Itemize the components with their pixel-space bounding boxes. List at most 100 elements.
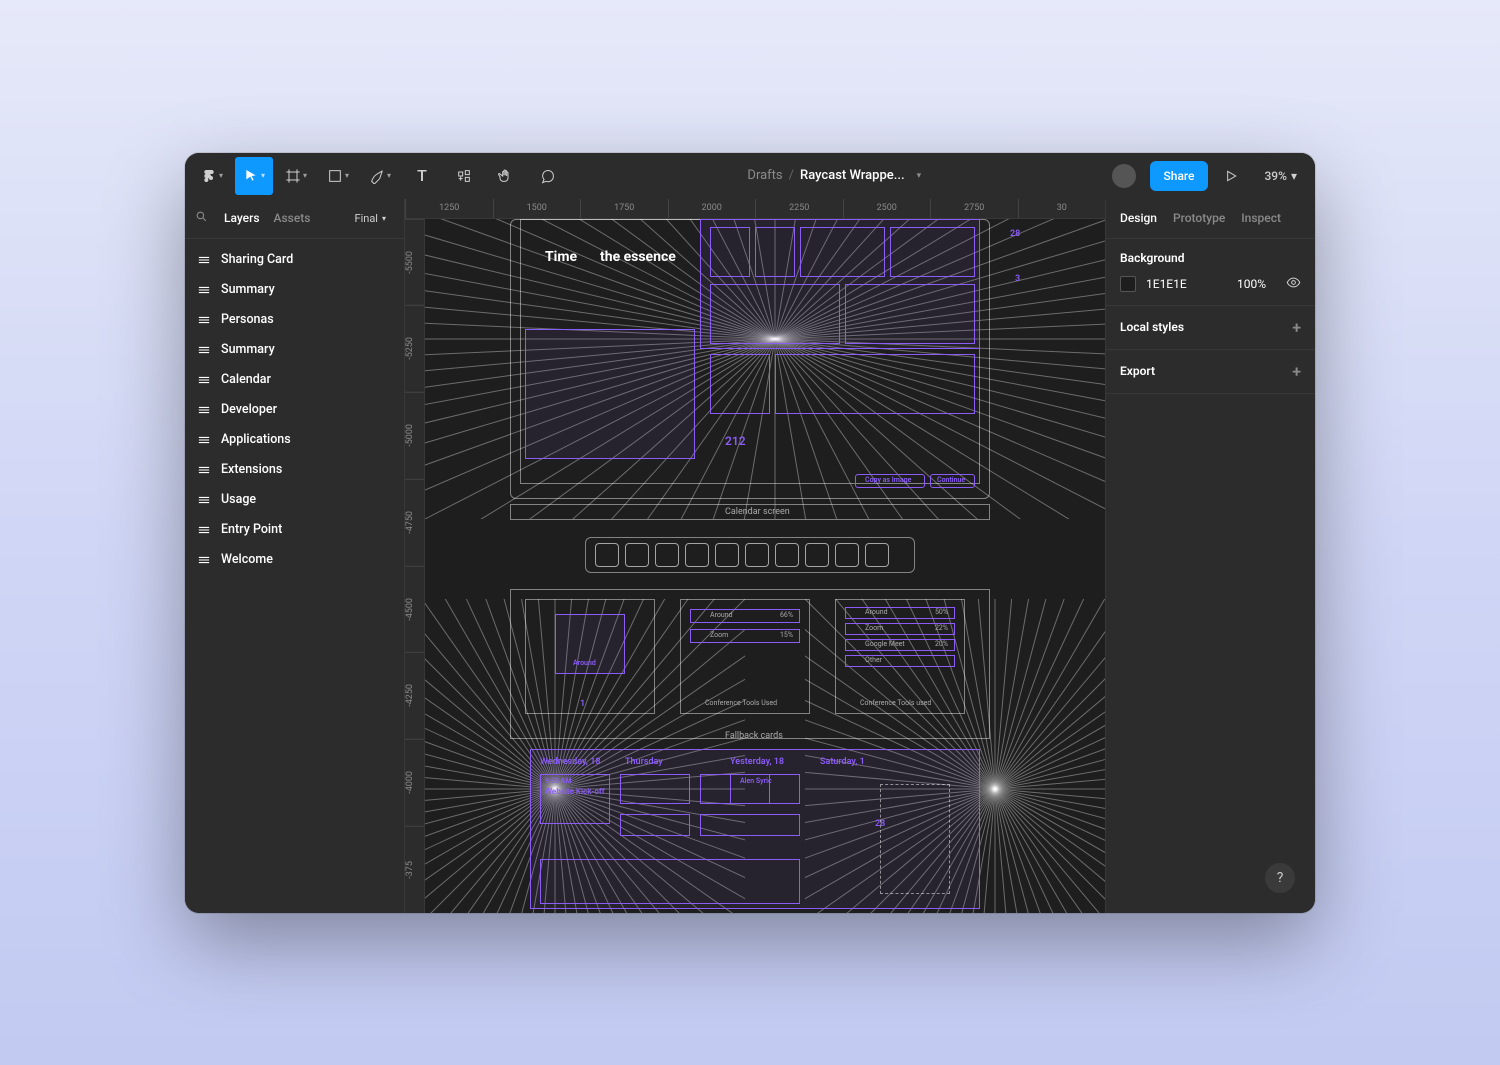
canvas-text: Continue	[937, 476, 965, 484]
canvas-text: Around	[865, 608, 888, 616]
layer-row[interactable]: Developer	[185, 395, 404, 425]
canvas-text: 66%	[780, 611, 793, 619]
canvas-component[interactable]	[710, 227, 750, 277]
icon-slot[interactable]	[835, 543, 859, 567]
export-section: Export +	[1106, 350, 1315, 394]
page-selector[interactable]: Final ▾	[324, 212, 394, 225]
icon-slot[interactable]	[625, 543, 649, 567]
user-avatar[interactable]	[1112, 164, 1136, 188]
comment-icon	[540, 168, 556, 184]
help-button[interactable]: ?	[1265, 863, 1295, 893]
tab-layers[interactable]: Layers	[224, 211, 260, 225]
layer-row[interactable]: Welcome	[185, 545, 404, 575]
icon-slot[interactable]	[595, 543, 619, 567]
icon-slot[interactable]	[685, 543, 709, 567]
icon-slot[interactable]	[865, 543, 889, 567]
color-swatch[interactable]	[1120, 276, 1136, 292]
canvas-text: 1	[580, 699, 585, 709]
background-hex[interactable]: 1E1E1E	[1146, 277, 1187, 291]
layer-label: Welcome	[221, 552, 273, 567]
layer-row[interactable]: Summary	[185, 335, 404, 365]
right-panel-tabs: Design Prototype Inspect	[1106, 199, 1315, 239]
zoom-value: 39%	[1264, 169, 1286, 183]
present-button[interactable]	[1212, 157, 1250, 195]
canvas-badge: 28	[1010, 229, 1020, 239]
tab-assets[interactable]: Assets	[274, 211, 311, 225]
layer-label: Entry Point	[221, 522, 282, 537]
canvas-text: Conference Tools Used	[705, 699, 777, 707]
page-selector-label: Final	[354, 212, 378, 225]
layer-row[interactable]: Entry Point	[185, 515, 404, 545]
canvas[interactable]: Time the essence 212 28 3 Calendar scree…	[425, 219, 1105, 913]
canvas-event[interactable]	[700, 814, 800, 836]
background-opacity[interactable]: 100%	[1237, 277, 1266, 291]
frame-tool-button[interactable]: ▾	[277, 157, 315, 195]
frame-icon	[197, 465, 211, 475]
layer-row[interactable]: Sharing Card	[185, 245, 404, 275]
canvas-component[interactable]	[525, 329, 695, 459]
layer-row[interactable]: Summary	[185, 275, 404, 305]
canvas-component[interactable]	[890, 227, 975, 277]
icon-slot[interactable]	[715, 543, 739, 567]
canvas-component[interactable]	[710, 354, 770, 414]
frame-icon	[197, 405, 211, 415]
search-icon[interactable]	[195, 210, 208, 226]
background-row[interactable]: 1E1E1E 100%	[1120, 275, 1301, 293]
tab-prototype[interactable]: Prototype	[1173, 211, 1225, 225]
canvas-component[interactable]	[710, 284, 840, 344]
canvas-text: Thursday	[625, 757, 663, 767]
breadcrumb[interactable]: Drafts / Raycast Wrappe... ▾	[747, 168, 921, 183]
visibility-toggle[interactable]	[1286, 275, 1301, 293]
hand-tool-button[interactable]	[487, 157, 525, 195]
layer-label: Sharing Card	[221, 252, 293, 267]
frame-icon	[197, 345, 211, 355]
add-export-button[interactable]: +	[1292, 362, 1301, 381]
tab-inspect[interactable]: Inspect	[1241, 211, 1281, 225]
text-tool-button[interactable]: T	[403, 157, 441, 195]
icon-slot[interactable]	[805, 543, 829, 567]
layer-row[interactable]: Usage	[185, 485, 404, 515]
icon-slot[interactable]	[745, 543, 769, 567]
main-menu-button[interactable]: ▾	[193, 157, 231, 195]
layer-row[interactable]: Personas	[185, 305, 404, 335]
layer-label: Developer	[221, 402, 277, 417]
canvas-text: 20%	[935, 640, 948, 648]
canvas-text: 9:30 AM	[545, 777, 571, 785]
tab-design[interactable]: Design	[1120, 211, 1157, 225]
canvas-row[interactable]	[845, 655, 955, 667]
layer-row[interactable]: Calendar	[185, 365, 404, 395]
layer-row[interactable]: Applications	[185, 425, 404, 455]
canvas-dashed-region[interactable]	[880, 784, 950, 894]
move-tool-button[interactable]: ▾	[235, 157, 273, 195]
canvas-component[interactable]	[755, 227, 795, 277]
canvas-component[interactable]	[775, 354, 975, 414]
canvas-component[interactable]	[845, 284, 975, 344]
resources-tool-button[interactable]	[445, 157, 483, 195]
frame-icon	[197, 375, 211, 385]
canvas-badge: 3	[1015, 274, 1020, 284]
shape-tool-button[interactable]: ▾	[319, 157, 357, 195]
icon-slot[interactable]	[775, 543, 799, 567]
chevron-down-icon: ▾	[382, 214, 386, 223]
rectangle-icon	[327, 168, 343, 184]
zoom-control[interactable]: 39% ▾	[1254, 169, 1307, 183]
canvas-component[interactable]	[800, 227, 885, 277]
layer-label: Summary	[221, 282, 275, 297]
figma-window: ▾ ▾ ▾ ▾ ▾ T	[185, 153, 1315, 913]
pen-tool-button[interactable]: ▾	[361, 157, 399, 195]
toolbar: ▾ ▾ ▾ ▾ ▾ T	[185, 153, 1315, 199]
canvas-event[interactable]	[540, 859, 800, 904]
comment-tool-button[interactable]	[529, 157, 567, 195]
frame-icon	[197, 555, 211, 565]
frame-icon	[197, 435, 211, 445]
icon-slot[interactable]	[655, 543, 679, 567]
canvas-event[interactable]	[620, 814, 690, 836]
canvas-text: Copy as Image	[865, 476, 911, 484]
add-style-button[interactable]: +	[1292, 318, 1301, 337]
layer-row[interactable]: Extensions	[185, 455, 404, 485]
share-button[interactable]: Share	[1150, 161, 1209, 191]
canvas-text: Fallback cards	[725, 731, 783, 741]
canvas-text: Google Meet	[865, 640, 905, 648]
canvas-event[interactable]	[620, 774, 690, 804]
canvas-area[interactable]: 125015001750200022502500275030 -5500-525…	[405, 199, 1105, 913]
